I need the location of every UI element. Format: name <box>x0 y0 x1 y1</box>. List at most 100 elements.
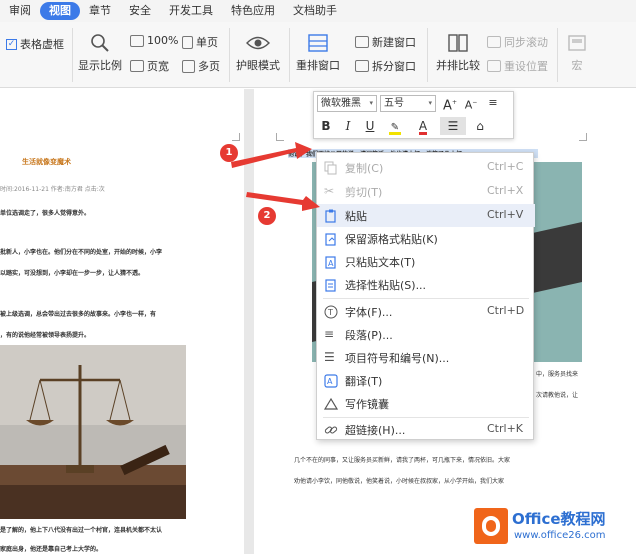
align-button[interactable]: ☰ <box>440 117 466 135</box>
dropdown-arrow-icon: ▾ <box>428 99 432 107</box>
menu-separator <box>323 298 529 299</box>
paste-format-icon <box>324 231 338 246</box>
multi-page-button[interactable]: 多页 <box>182 58 220 74</box>
article-title: 生活就像变魔术 <box>22 158 71 166</box>
split-window-label: 拆分窗口 <box>372 60 416 73</box>
menu-item-translate[interactable]: A 翻译(T) <box>317 369 535 392</box>
side-by-side-icon <box>448 34 468 52</box>
text-line: 单位选调走了，很多人觉得意外。 <box>0 210 91 217</box>
checkbox-icon: ✓ <box>6 38 17 50</box>
text-line: 几个不在的同事，又让服务员买新鲜，请我了两杯，可几瓶下来，情况依旧。大家 <box>294 457 511 464</box>
highlighter-icon: ✎ <box>389 122 401 135</box>
menu-item-paragraph[interactable]: ≡ 段落(P)... <box>317 323 535 346</box>
mini-format-toolbar: 微软雅黑 ▾ 五号 ▾ A+ A− ≡ B I U ✎ A ☰ ⌂ <box>313 91 514 139</box>
tab-security[interactable]: 安全 <box>120 2 160 20</box>
menu-item-label: 写作镜囊 <box>345 398 389 411</box>
reset-position-label: 重设位置 <box>504 60 548 73</box>
text-line: 劝他请小李饮，同他敬说，他笑着说，小时候在叔叔家，从小学开始，我们大家 <box>294 478 505 485</box>
menu-item-shortcut: Ctrl+D <box>487 304 525 317</box>
menu-item-paste-text-only[interactable]: A 只粘贴文本(T) <box>317 250 535 273</box>
tab-special-apps[interactable]: 特色应用 <box>222 2 284 20</box>
font-color-button[interactable]: A <box>411 117 435 135</box>
gridlines-label: 表格虚框 <box>20 38 64 51</box>
menu-item-bullets-numbering[interactable]: ☰ 项目符号和编号(N)... <box>317 346 535 369</box>
underline-button[interactable]: U <box>361 117 379 135</box>
menu-item-font[interactable]: T 字体(F)... Ctrl+D <box>317 300 535 323</box>
reset-position-icon <box>487 60 501 72</box>
font-size-value: 五号 <box>384 98 404 109</box>
menu-item-cut[interactable]: ✂ 剪切(T) Ctrl+X <box>317 180 535 203</box>
menu-item-copy[interactable]: 复制(C) Ctrl+C <box>317 156 535 179</box>
macro-button[interactable]: 宏 <box>566 32 588 73</box>
tab-review[interactable]: 审阅 <box>0 2 40 20</box>
divider <box>427 28 428 82</box>
tab-chapter[interactable]: 章节 <box>80 2 120 20</box>
menu-item-label: 复制(C) <box>345 162 384 175</box>
display-scale-button[interactable]: 显示比例 <box>78 32 122 73</box>
eye-icon <box>246 36 270 50</box>
single-page-label: 单页 <box>196 36 218 49</box>
text-line: ，有的说他经常被领导表扬提升。 <box>0 332 91 339</box>
side-by-side-label: 并排比较 <box>436 59 480 72</box>
menu-item-paste-special[interactable]: 选择性粘贴(S)... <box>317 273 535 296</box>
tab-developer[interactable]: 开发工具 <box>160 2 222 20</box>
menu-item-writing-kit[interactable]: 写作镜囊 <box>317 392 535 415</box>
new-window-button[interactable]: 新建窗口 <box>355 34 416 50</box>
writing-kit-icon <box>323 396 339 410</box>
grow-font-icon: A <box>443 98 452 114</box>
text-line: 中，服务员找来 <box>536 371 579 378</box>
sync-scroll-icon <box>487 36 501 48</box>
shrink-font-button[interactable]: A− <box>462 94 480 112</box>
paste-text-icon: A <box>324 254 338 269</box>
eye-mode-button[interactable]: 护眼模式 <box>236 32 280 73</box>
menu-item-label: 字体(F)... <box>345 306 393 319</box>
menu-item-shortcut: Ctrl+V <box>487 208 524 221</box>
reset-position-button[interactable]: 重设位置 <box>487 58 548 74</box>
divider <box>72 28 73 82</box>
highlight-button[interactable]: ✎ <box>383 117 407 135</box>
margin-mark <box>579 133 587 141</box>
sync-scroll-button[interactable]: 同步滚动 <box>487 34 548 50</box>
menu-item-label: 剪切(T) <box>345 186 383 199</box>
line-spacing-button[interactable]: ≡ <box>484 94 502 112</box>
page-width-button[interactable]: 页宽 <box>130 58 169 74</box>
menu-item-keep-source-format[interactable]: 保留源格式粘贴(K) <box>317 227 535 250</box>
side-by-side-button[interactable]: 并排比较 <box>436 32 480 73</box>
rearrange-window-label: 重排窗口 <box>296 59 340 72</box>
display-scale-label: 显示比例 <box>78 59 122 72</box>
tab-doc-assistant[interactable]: 文档助手 <box>284 2 346 20</box>
menu-item-label: 保留源格式粘贴(K) <box>345 233 438 246</box>
grow-font-button[interactable]: A+ <box>441 94 459 114</box>
menu-item-shortcut: Ctrl+C <box>487 160 524 173</box>
callout-2: 2 <box>258 207 276 225</box>
tab-view[interactable]: 视图 <box>40 2 80 20</box>
svg-text:A: A <box>327 377 333 386</box>
sync-scroll-label: 同步滚动 <box>504 36 548 49</box>
format-painter-icon: ⌂ <box>476 119 484 133</box>
zoom-100-button[interactable]: 100% <box>130 34 178 47</box>
menu-item-label: 超链接(H)... <box>345 424 406 437</box>
svg-text:T: T <box>327 308 333 317</box>
rearrange-window-icon <box>308 34 328 52</box>
format-painter-button[interactable]: ⌂ <box>471 117 489 135</box>
text-line: 次请教他说，让 <box>536 392 579 399</box>
menu-item-label: 选择性粘贴(S)... <box>345 279 427 292</box>
menu-item-hyperlink[interactable]: 超链接(H)... Ctrl+K <box>317 418 535 441</box>
watermark-brand: Office教程网 <box>512 510 606 528</box>
menu-item-label: 翻译(T) <box>345 375 383 388</box>
italic-button[interactable]: I <box>339 117 357 135</box>
gridlines-checkbox[interactable]: ✓ 表格虚框 <box>6 36 64 52</box>
office-logo-icon <box>474 508 508 544</box>
text-line: 批新人，小李也在。他们分在不同的处室，开始的时候，小李 <box>0 249 163 256</box>
menu-item-paste[interactable]: 粘贴 Ctrl+V <box>317 204 535 227</box>
split-window-icon <box>355 60 369 72</box>
single-page-button[interactable]: 单页 <box>182 34 218 50</box>
font-size-select[interactable]: 五号 ▾ <box>380 95 436 112</box>
split-window-button[interactable]: 拆分窗口 <box>355 58 416 74</box>
font-family-select[interactable]: 微软雅黑 ▾ <box>317 95 377 112</box>
rearrange-window-button[interactable]: 重排窗口 <box>296 32 340 73</box>
text-line: 被上级选调，总会带出过去很多的故事来。小李也一样，有 <box>0 311 157 318</box>
text-line: 是了解的，他上下八代没有出过一个村官，连县机关都不太认 <box>0 527 163 534</box>
line-spacing-icon: ≡ <box>488 96 498 109</box>
bold-button[interactable]: B <box>317 117 335 135</box>
